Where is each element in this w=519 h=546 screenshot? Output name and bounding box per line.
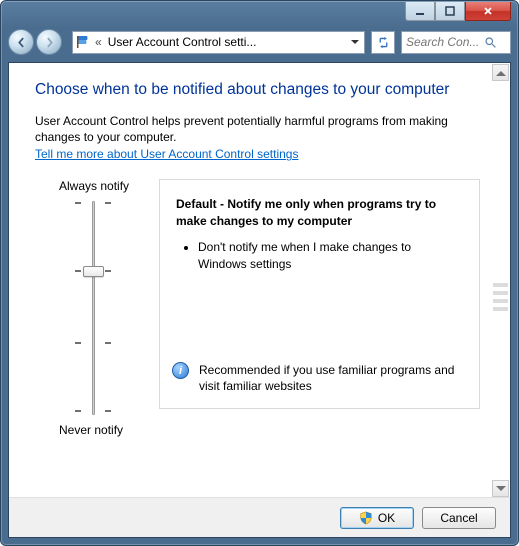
description-title: Default - Notify me only when programs t… bbox=[176, 196, 463, 228]
uac-slider[interactable] bbox=[75, 199, 111, 417]
slider-label-bottom: Never notify bbox=[35, 423, 159, 437]
slider-tick bbox=[75, 343, 111, 344]
scroll-up-button[interactable] bbox=[492, 64, 509, 81]
caption-buttons bbox=[405, 2, 511, 21]
description-panel: Default - Notify me only when programs t… bbox=[159, 179, 480, 409]
description-bullets: Don't notify me when I make changes to W… bbox=[198, 239, 463, 273]
client-area: Choose when to be notified about changes… bbox=[8, 62, 511, 538]
navigation-bar: « User Account Control setti... bbox=[8, 28, 511, 56]
close-button[interactable] bbox=[465, 2, 511, 21]
ok-button[interactable]: OK bbox=[340, 507, 414, 529]
slider-thumb[interactable] bbox=[83, 266, 104, 277]
ok-button-label: OK bbox=[378, 511, 395, 525]
description-bullet: Don't notify me when I make changes to W… bbox=[198, 239, 463, 273]
breadcrumb-dropdown-icon[interactable] bbox=[348, 32, 362, 53]
page-heading: Choose when to be notified about changes… bbox=[35, 81, 480, 99]
recommendation-text: Recommended if you use familiar programs… bbox=[199, 362, 463, 394]
content: Choose when to be notified about changes… bbox=[9, 63, 510, 437]
maximize-button[interactable] bbox=[435, 2, 465, 21]
refresh-button[interactable] bbox=[371, 31, 395, 54]
info-icon: i bbox=[172, 362, 189, 379]
intro-text: User Account Control helps prevent poten… bbox=[35, 113, 480, 145]
cancel-button[interactable]: Cancel bbox=[422, 507, 496, 529]
help-link[interactable]: Tell me more about User Account Control … bbox=[35, 147, 298, 161]
search-icon bbox=[484, 36, 497, 49]
search-box[interactable] bbox=[401, 31, 511, 54]
scroll-down-button[interactable] bbox=[492, 480, 509, 497]
control-panel-icon bbox=[75, 34, 91, 50]
slider-tick bbox=[75, 203, 111, 204]
slider-column: Always notify Never notify bbox=[35, 179, 159, 437]
search-input[interactable] bbox=[406, 35, 480, 49]
slider-track bbox=[92, 201, 95, 415]
back-button[interactable] bbox=[8, 29, 34, 55]
forward-button[interactable] bbox=[36, 29, 62, 55]
button-row: OK Cancel bbox=[9, 497, 510, 537]
breadcrumb-text: User Account Control setti... bbox=[106, 35, 344, 49]
window-frame: « User Account Control setti... Choose w… bbox=[0, 0, 519, 546]
shield-icon bbox=[359, 511, 373, 525]
recommendation: i Recommended if you use familiar progra… bbox=[172, 362, 463, 394]
slider-area: Always notify Never notify Default - Not… bbox=[35, 179, 480, 437]
address-bar[interactable]: « User Account Control setti... bbox=[72, 31, 365, 54]
breadcrumb-overflow-icon: « bbox=[95, 35, 102, 49]
scroll-thumb[interactable] bbox=[493, 283, 508, 313]
cancel-button-label: Cancel bbox=[440, 511, 477, 525]
slider-label-top: Always notify bbox=[35, 179, 159, 193]
nav-buttons bbox=[8, 29, 66, 55]
minimize-button[interactable] bbox=[405, 2, 435, 21]
slider-tick bbox=[75, 411, 111, 412]
